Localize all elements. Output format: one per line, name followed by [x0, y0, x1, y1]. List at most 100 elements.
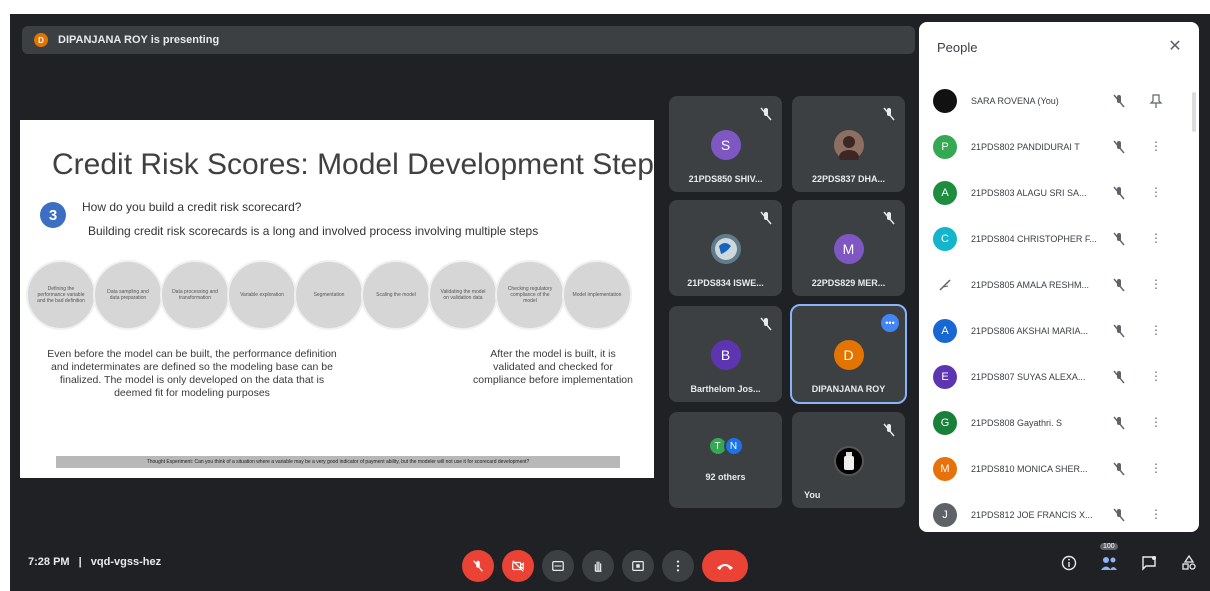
process-step: Model implementation [562, 260, 632, 330]
participant-avatar [933, 273, 957, 297]
mic-toggle-button[interactable] [462, 550, 494, 582]
participant-avatar: C [933, 227, 957, 251]
leave-call-button[interactable] [702, 550, 748, 582]
process-steps: Defining the performance variable and th… [26, 260, 632, 330]
participant-name: 21PDS804 CHRISTOPHER F... [971, 234, 1097, 244]
meeting-code[interactable]: vqd-vgss-hez [91, 556, 161, 568]
scrollbar[interactable] [1192, 92, 1196, 132]
people-panel-title: People [937, 40, 978, 55]
step-number-badge: 3 [40, 202, 66, 228]
participant-avatar: N [723, 436, 744, 456]
camera-off-icon [512, 560, 524, 572]
presenter-tile[interactable]: ••• D DIPANJANA ROY [790, 304, 907, 404]
participant-name: 21PDS810 MONICA SHER... [971, 464, 1088, 474]
hang-up-icon [717, 564, 733, 570]
more-options-icon[interactable]: ••• [881, 314, 899, 332]
pin-icon[interactable] [1149, 93, 1163, 109]
call-controls [462, 550, 756, 582]
more-vert-icon [676, 560, 680, 572]
participant-tile[interactable]: 22PDS837 DHA... [792, 96, 905, 192]
present-button[interactable] [622, 550, 654, 582]
participant-tile[interactable]: B Barthelom Jos... [669, 306, 782, 402]
list-item[interactable]: P 21PDS802 PANDIDURAI T ⋮ [919, 124, 1189, 170]
more-options-icon[interactable]: ⋮ [1149, 507, 1163, 523]
list-item[interactable]: 21PDS805 AMALA RESHM... ⋮ [919, 262, 1189, 308]
more-options-icon[interactable]: ⋮ [1149, 461, 1163, 477]
captions-button[interactable] [542, 550, 574, 582]
participant-name: 22PDS837 DHA... [811, 174, 886, 184]
participant-tile[interactable]: M 22PDS829 MER... [792, 200, 905, 296]
process-step: Data processing and transformation [160, 260, 230, 330]
slide-paragraph-left: Even before the model can be built, the … [47, 348, 337, 400]
mic-off-icon [883, 107, 895, 121]
more-options-icon[interactable]: ⋮ [1149, 415, 1163, 431]
activities-button[interactable] [1178, 552, 1200, 574]
participant-name: DIPANJANA ROY [811, 384, 886, 394]
person-icon [838, 136, 859, 160]
others-avatars: T N [669, 436, 782, 456]
participant-avatar [933, 89, 957, 113]
self-tile[interactable]: You [792, 412, 905, 508]
participant-avatar: A [933, 319, 957, 343]
raise-hand-button[interactable] [582, 550, 614, 582]
participant-avatar: B [710, 340, 741, 370]
people-button[interactable]: 100 [1098, 543, 1120, 574]
more-options-icon[interactable]: ⋮ [1149, 185, 1163, 201]
chat-icon [1142, 556, 1156, 571]
participant-name: 21PDS803 ALAGU SRI SA... [971, 188, 1087, 198]
more-options-icon[interactable]: ⋮ [1149, 277, 1163, 293]
list-item[interactable]: M 21PDS810 MONICA SHER... ⋮ [919, 446, 1189, 492]
meeting-time: 7:28 PM [28, 556, 70, 568]
captions-icon [552, 561, 564, 571]
list-item[interactable]: E 21PDS807 SUYAS ALEXA... ⋮ [919, 354, 1189, 400]
more-options-icon[interactable]: ⋮ [1149, 323, 1163, 339]
participant-tile[interactable]: S 21PDS850 SHIV... [669, 96, 782, 192]
info-icon [1061, 555, 1077, 571]
hand-icon [594, 561, 602, 572]
slide-question: How do you build a credit risk scorecard… [82, 200, 302, 214]
mic-off-icon [1113, 140, 1125, 154]
participant-name: 21PDS802 PANDIDURAI T [971, 142, 1080, 152]
people-count-badge: 100 [1100, 543, 1118, 550]
others-tile[interactable]: T N 92 others [669, 412, 782, 508]
mic-off-icon [883, 211, 895, 225]
list-item[interactable]: J 21PDS812 JOE FRANCIS X... ⋮ [919, 492, 1189, 532]
more-options-icon[interactable]: ⋮ [1149, 369, 1163, 385]
process-step: Validating the model on validation data [428, 260, 498, 330]
more-options-icon[interactable]: ⋮ [1149, 231, 1163, 247]
participant-avatar: J [933, 503, 957, 527]
participant-avatar: E [933, 365, 957, 389]
more-options-button[interactable] [662, 550, 694, 582]
more-options-icon[interactable]: ⋮ [1149, 139, 1163, 155]
close-icon[interactable]: ✕ [1165, 36, 1185, 56]
meeting-details-button[interactable] [1058, 552, 1080, 574]
list-item[interactable]: C 21PDS804 CHRISTOPHER F... ⋮ [919, 216, 1189, 262]
participant-tile[interactable]: 21PDS834 ISWE... [669, 200, 782, 296]
participant-avatar: A [933, 181, 957, 205]
process-step: Segmentation [294, 260, 364, 330]
participant-name: 21PDS850 SHIV... [688, 174, 763, 184]
mic-off-icon [473, 560, 483, 572]
mic-off-icon [1113, 508, 1125, 522]
list-item[interactable]: A 21PDS806 AKSHAI MARIA... ⋮ [919, 308, 1189, 354]
slide-paragraph-right: After the model is built, it is validate… [473, 348, 633, 387]
participant-avatar: P [933, 135, 957, 159]
people-list: SARA ROVENA (You) P 21PDS802 PANDIDURAI … [919, 78, 1189, 532]
separator: | [78, 556, 82, 568]
globe-icon [714, 238, 737, 260]
chat-button[interactable] [1138, 552, 1160, 574]
list-item[interactable]: G 21PDS808 Gayathri. S ⋮ [919, 400, 1189, 446]
mic-off-icon [883, 423, 895, 437]
list-item[interactable]: SARA ROVENA (You) [919, 78, 1189, 124]
meet-window: D DIPANJANA ROY is presenting Credit Ris… [10, 14, 1210, 591]
process-step: Variable exploration [227, 260, 297, 330]
list-item[interactable]: A 21PDS803 ALAGU SRI SA... ⋮ [919, 170, 1189, 216]
people-icon [1101, 557, 1117, 570]
mic-off-icon [760, 317, 772, 331]
camera-toggle-button[interactable] [502, 550, 534, 582]
participant-avatar: M [833, 234, 864, 264]
participant-name: 21PDS807 SUYAS ALEXA... [971, 372, 1086, 382]
process-step: Checking regulatory compliance of the mo… [495, 260, 565, 330]
participant-name: 21PDS834 ISWE... [687, 278, 764, 288]
participant-name: 22PDS829 MER... [811, 278, 886, 288]
